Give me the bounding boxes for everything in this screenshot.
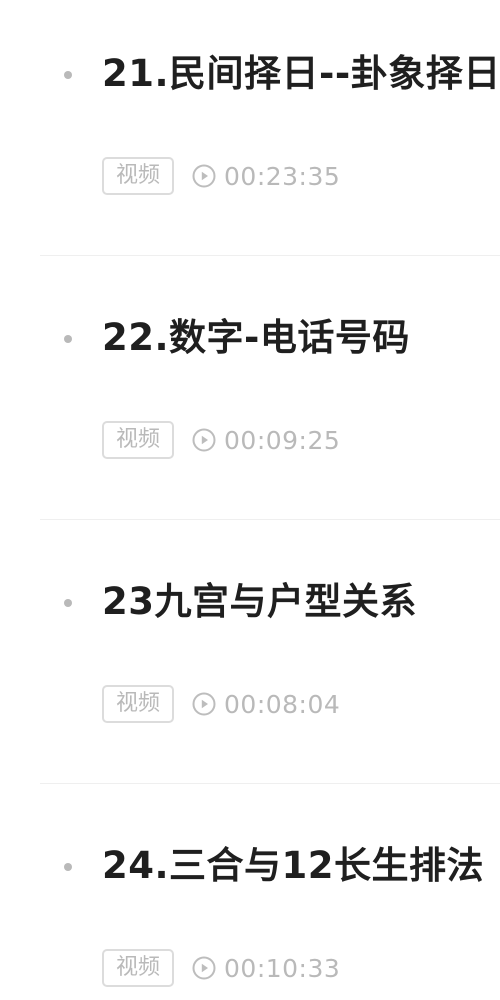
lesson-title[interactable]: 24.三合与12长生排法 bbox=[102, 842, 484, 890]
bullet-dot-icon bbox=[64, 335, 72, 343]
lesson-item-22[interactable]: 22.数字-电话号码 视频 00:09:25 bbox=[0, 256, 500, 520]
lesson-list: 21.民间择日--卦象择日 视频 00:23:35 22.数字-电话号码 视频 bbox=[0, 0, 500, 1000]
lesson-title[interactable]: 22.数字-电话号码 bbox=[102, 314, 410, 362]
lesson-meta: 视频 00:09:25 bbox=[102, 420, 340, 460]
lesson-duration: 00:08:04 bbox=[224, 689, 341, 719]
play-circle-icon bbox=[192, 956, 216, 980]
lesson-item-23[interactable]: 23九宫与户型关系 视频 00:08:04 bbox=[0, 520, 500, 784]
video-tag: 视频 bbox=[102, 421, 175, 459]
play-circle-icon bbox=[192, 428, 216, 452]
bullet-dot-icon bbox=[64, 599, 72, 607]
lesson-meta: 视频 00:23:35 bbox=[102, 156, 340, 196]
bullet-dot-icon bbox=[64, 71, 72, 79]
lesson-title[interactable]: 21.民间择日--卦象择日 bbox=[102, 50, 500, 98]
lesson-duration: 00:09:25 bbox=[224, 425, 341, 455]
bullet-dot-icon bbox=[64, 863, 72, 871]
lesson-item-24[interactable]: 24.三合与12长生排法 视频 00:10:33 bbox=[0, 784, 500, 1000]
lesson-duration: 00:10:33 bbox=[224, 953, 341, 983]
play-circle-icon bbox=[192, 164, 216, 188]
lesson-duration: 00:23:35 bbox=[224, 161, 341, 191]
video-tag: 视频 bbox=[102, 157, 175, 195]
lesson-meta: 视频 00:08:04 bbox=[102, 684, 340, 724]
lesson-item-21[interactable]: 21.民间择日--卦象择日 视频 00:23:35 bbox=[0, 0, 500, 256]
lesson-title[interactable]: 23九宫与户型关系 bbox=[102, 578, 417, 626]
video-tag: 视频 bbox=[102, 685, 175, 723]
lesson-meta: 视频 00:10:33 bbox=[102, 948, 340, 988]
video-tag: 视频 bbox=[102, 949, 175, 987]
play-circle-icon bbox=[192, 692, 216, 716]
